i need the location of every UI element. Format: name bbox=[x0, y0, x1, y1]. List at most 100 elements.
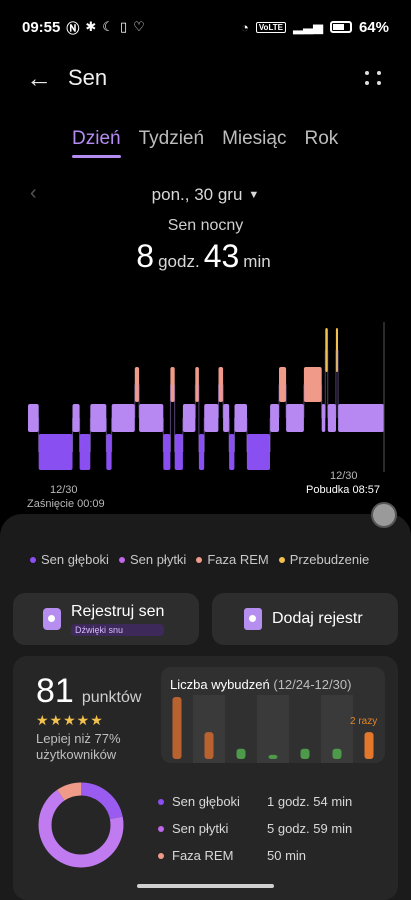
status-time: 09:55 bbox=[22, 18, 61, 36]
hypnogram-segment-deep bbox=[229, 434, 235, 470]
period-tabs: Dzień Tydzień Miesiąc Rok bbox=[72, 128, 356, 158]
hypnogram-segment-rem bbox=[218, 367, 224, 402]
add-record-button[interactable]: Dodaj rejestr bbox=[212, 593, 398, 645]
duration-hours-unit: godz. bbox=[158, 252, 200, 271]
hypnogram-segment-deep bbox=[163, 434, 171, 470]
legend-dot bbox=[278, 556, 285, 563]
sleep-type-label: Sen nocny bbox=[167, 217, 244, 234]
hypnogram-segment-rem bbox=[170, 367, 175, 402]
score-unit: punktów bbox=[81, 689, 142, 706]
legend-label: Sen płytki bbox=[129, 552, 187, 567]
add-record-label: Dodaj rejestr bbox=[272, 610, 363, 627]
legend-item: Faza REM bbox=[196, 552, 269, 567]
stage-breakdown: Sen głęboki 1 godz. 54 min Sen płytki 5 go… bbox=[158, 788, 352, 869]
wakeups-title-text: Liczba wybudzeń bbox=[170, 677, 270, 692]
hypnogram-segment-deep bbox=[106, 434, 112, 470]
legend-item: Sen płytki bbox=[118, 552, 187, 567]
hypnogram-segment-light bbox=[204, 404, 219, 432]
hypnogram-segment-light bbox=[139, 404, 164, 432]
legend-item: Sen głęboki bbox=[30, 552, 109, 567]
sleep-duration: 8 godz. 43 min bbox=[0, 238, 411, 275]
caret-down-icon: ▼ bbox=[248, 189, 260, 201]
breakdown-label: Faza REM bbox=[172, 848, 234, 863]
heart-icon: ♡ bbox=[133, 19, 145, 34]
hypnogram-segment-rem bbox=[134, 367, 140, 402]
breakdown-value: 5 godz. 59 min bbox=[267, 821, 353, 836]
tab-year[interactable]: Rok bbox=[304, 128, 338, 158]
register-sleep-button[interactable]: Rejestruj sen Dźwięki snu bbox=[13, 593, 199, 645]
hypnogram-segment-rem bbox=[279, 367, 287, 402]
tab-day[interactable]: Dzień bbox=[72, 128, 121, 158]
wakeups-count-note: 2 razy bbox=[350, 716, 378, 727]
hypnogram-segment-light bbox=[327, 404, 336, 432]
hypnogram-segment-light bbox=[270, 404, 279, 432]
hypnogram-segment-rem bbox=[195, 367, 199, 402]
moon-icon: ☾ bbox=[102, 19, 114, 34]
battery-icon bbox=[329, 21, 352, 33]
phone-sleep-icon bbox=[43, 608, 61, 630]
status-bar: 09:55 Ⓝ ✱ ☾ ▯ ♡ ◔ VoLTE ▂▃▅ 64% bbox=[0, 0, 411, 54]
legend-label: Przebudzenie bbox=[289, 552, 370, 567]
end-date: 12/30 bbox=[330, 470, 358, 482]
breakdown-dot bbox=[158, 798, 164, 805]
date-selector[interactable]: pon., 30 gru ▼ bbox=[0, 182, 411, 208]
hypnogram-segment-deep bbox=[174, 434, 183, 470]
edit-note-icon bbox=[244, 608, 262, 630]
hypnogram-segment-rem bbox=[303, 367, 322, 402]
app-header: ← Sen bbox=[0, 56, 411, 100]
vibrate-icon: ▯ bbox=[119, 19, 128, 34]
breakdown-row: Sen płytki 5 godz. 59 min bbox=[158, 815, 352, 842]
bluetooth-icon: ✱ bbox=[85, 19, 97, 34]
wakeups-column-bg bbox=[257, 695, 289, 763]
hypnogram-segment-deep bbox=[198, 434, 205, 470]
wakeups-bar bbox=[332, 748, 342, 759]
page-title: Sen bbox=[68, 65, 108, 90]
hypnogram-svg bbox=[28, 322, 385, 472]
legend-dot bbox=[118, 556, 125, 563]
volte-icon: VoLTE bbox=[255, 21, 286, 33]
hypnogram-segment-deep bbox=[246, 434, 270, 470]
hypnogram-segment-light bbox=[234, 404, 247, 432]
sleep-sounds-badge: Dźwięki snu bbox=[71, 623, 165, 636]
duration-minutes: 43 bbox=[203, 238, 240, 274]
hypnogram-segment-light bbox=[286, 404, 304, 432]
more-options-icon[interactable] bbox=[363, 67, 385, 89]
wakeups-bar bbox=[172, 697, 182, 759]
hypnogram-segment-light bbox=[223, 404, 230, 432]
tab-week[interactable]: Tydzień bbox=[139, 128, 204, 158]
score-value: 81 bbox=[36, 672, 74, 710]
stage-legend: Sen głęboki Sen płytki Faza REM Przebudz… bbox=[30, 552, 369, 567]
hypnogram-segment-deep bbox=[38, 434, 73, 470]
legend-label: Sen głęboki bbox=[41, 552, 109, 567]
hypnogram-segment-light bbox=[72, 404, 80, 432]
wakeups-title: Liczba wybudzeń (12/24-12/30) bbox=[170, 677, 351, 692]
hypnogram-chart: 12/30 Zaśnięcie 00:09 12/30 Pobudka 08:5… bbox=[0, 322, 411, 517]
date-label: pon., 30 gru bbox=[151, 185, 243, 204]
hypnogram-segment-light bbox=[182, 404, 196, 432]
hypnogram-segment-light bbox=[111, 404, 135, 432]
start-date: 12/30 bbox=[50, 484, 78, 496]
tab-month[interactable]: Miesiąc bbox=[222, 128, 286, 158]
rating-stars-icon: ★★★★★ bbox=[36, 712, 104, 728]
sleep-score: 81 punktów bbox=[36, 672, 141, 711]
hypnogram-segment-light bbox=[90, 404, 107, 432]
stage-donut-chart bbox=[38, 782, 124, 868]
chart-scrubber-handle[interactable] bbox=[371, 502, 397, 528]
wakeups-bar bbox=[300, 748, 310, 759]
register-sleep-label: Rejestruj sen bbox=[71, 602, 165, 620]
wakeups-bar bbox=[204, 732, 214, 759]
home-indicator[interactable] bbox=[137, 884, 274, 888]
breakdown-dot bbox=[158, 825, 164, 832]
breakdown-label: Sen płytki bbox=[172, 821, 229, 836]
legend-dot bbox=[196, 556, 203, 563]
wake-up-label: Pobudka 08:57 bbox=[306, 484, 381, 496]
wakeups-bar bbox=[364, 732, 374, 759]
back-arrow-icon[interactable]: ← bbox=[26, 63, 56, 94]
fell-asleep-label: Zaśnięcie 00:09 bbox=[27, 498, 105, 510]
signal-icon: ▂▃▅ bbox=[292, 19, 323, 34]
nfc-icon: Ⓝ bbox=[66, 20, 80, 36]
breakdown-value: 1 godz. 54 min bbox=[267, 794, 353, 809]
breakdown-row: Sen głęboki 1 godz. 54 min bbox=[158, 788, 352, 815]
wakeups-range: (12/24-12/30) bbox=[273, 677, 352, 692]
battery-percent: 64% bbox=[358, 18, 389, 36]
